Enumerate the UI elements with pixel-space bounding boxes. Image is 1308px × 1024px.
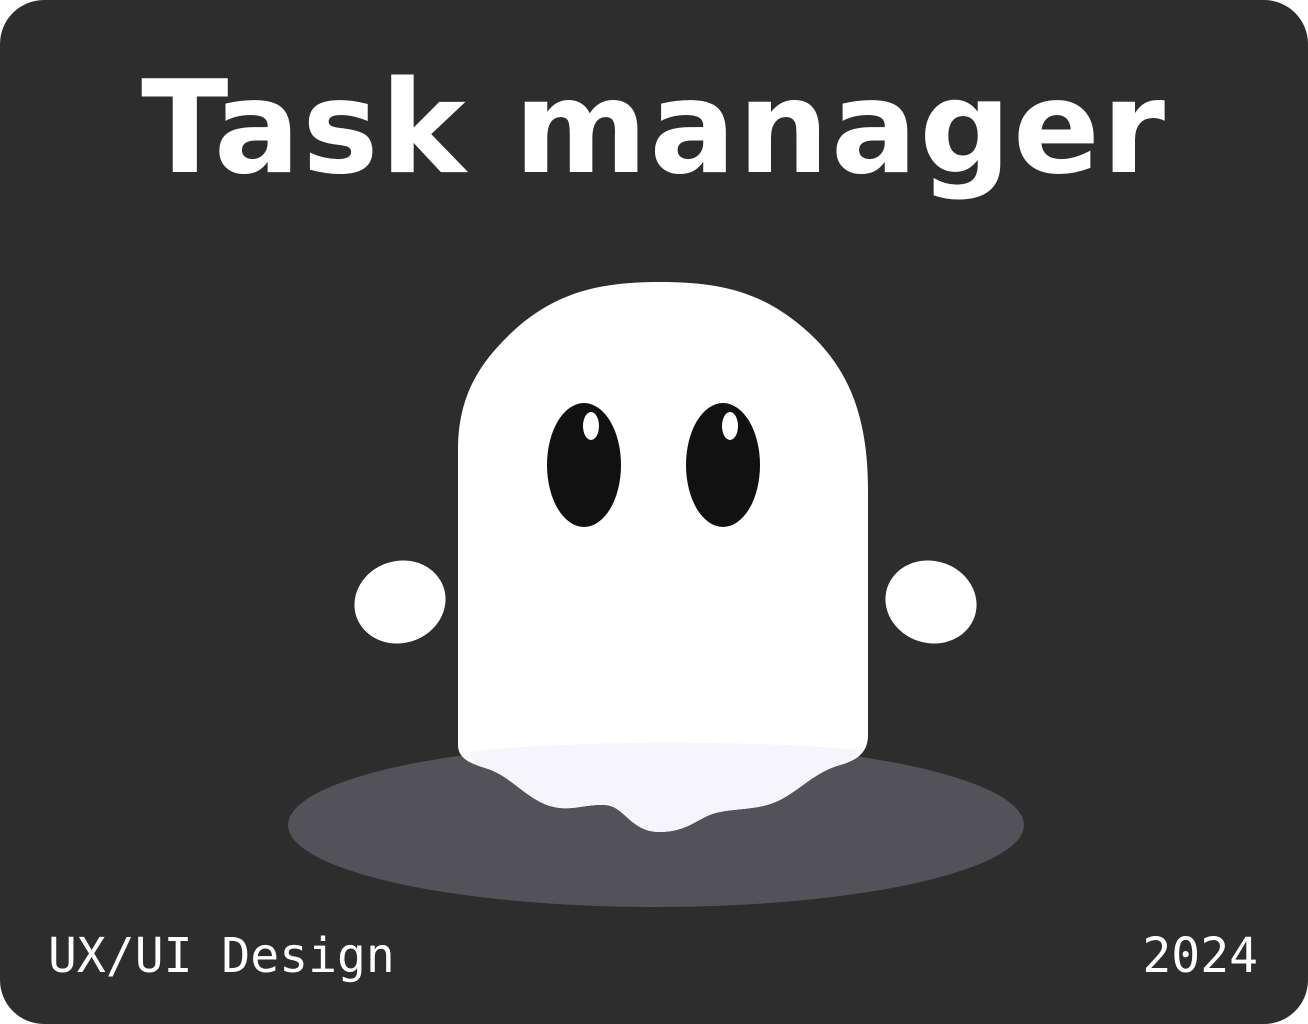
ghost-right-eye-highlight	[722, 412, 738, 440]
ghost-icon	[288, 282, 1024, 907]
ghost-left-eye-highlight	[583, 412, 599, 440]
year-label: 2024	[1142, 928, 1258, 984]
ghost-left-arm	[354, 560, 446, 644]
ghost-right-arm	[885, 560, 977, 644]
cover-card: Task manager UX/UI Design 2024	[0, 0, 1308, 1024]
category-label: UX/UI Design	[48, 928, 395, 984]
